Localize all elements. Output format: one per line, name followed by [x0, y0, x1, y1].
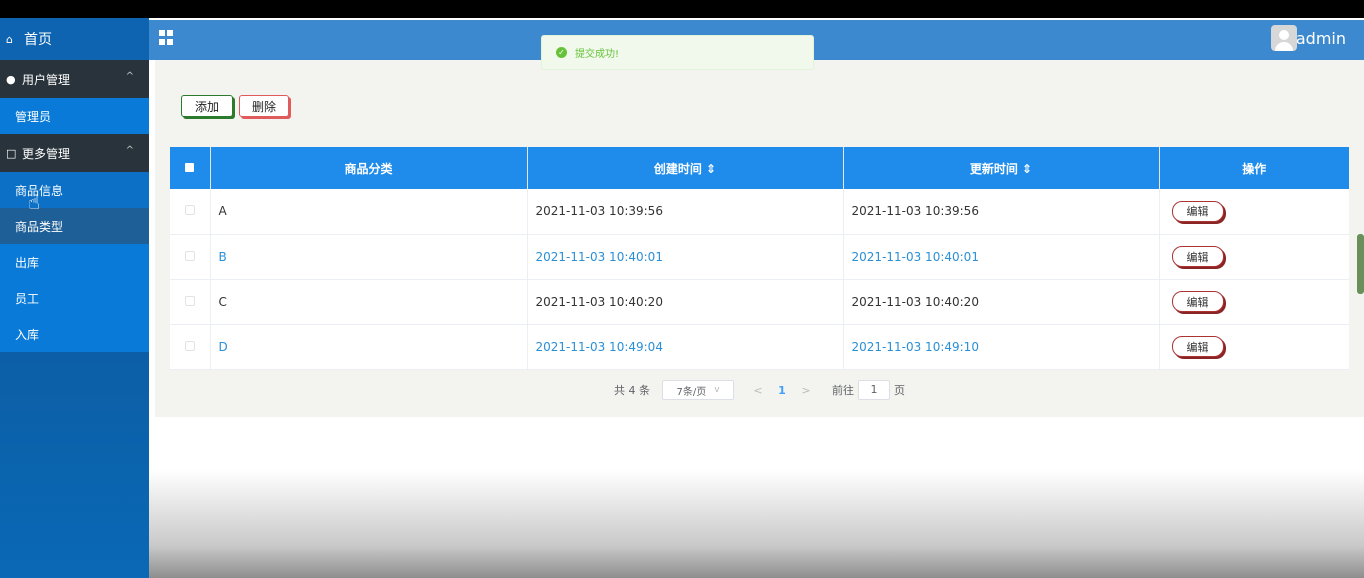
cell-created: 2021-11-03 10:40:20 [527, 279, 844, 325]
table-row: C 2021-11-03 10:40:20 2021-11-03 10:40:2… [170, 279, 1349, 325]
prev-page-button[interactable]: < [746, 384, 770, 397]
browser-top-bar [0, 0, 1364, 18]
goto-page-input[interactable]: 1 [858, 380, 890, 400]
bottom-overlay-gradient [149, 470, 1364, 578]
table-row: A 2021-11-03 10:39:56 2021-11-03 10:39:5… [170, 189, 1349, 235]
sidebar-item-label: 出库 [15, 255, 40, 270]
hand-cursor-icon: ☝ [28, 190, 41, 214]
select-all-checkbox[interactable] [185, 163, 195, 172]
table-row: D 2021-11-03 10:49:04 2021-11-03 10:49:1… [170, 324, 1349, 370]
row-checkbox[interactable] [184, 250, 195, 261]
cell-category: A [210, 189, 528, 235]
column-header-category: 商品分类 [210, 147, 528, 189]
sidebar-item-staff[interactable]: 员工 [0, 280, 149, 316]
row-checkbox[interactable] [184, 205, 195, 216]
cell-category: D [210, 324, 528, 370]
select-all-checkbox-cell[interactable] [170, 147, 211, 189]
cell-category: C [210, 279, 528, 325]
grid-icon[interactable] [159, 30, 175, 46]
avatar[interactable] [1271, 25, 1297, 51]
edit-button[interactable]: 编辑 [1171, 200, 1224, 222]
sidebar-group-label: 用户管理 [22, 72, 71, 87]
scrollbar-thumb[interactable] [1357, 234, 1364, 294]
edit-button[interactable]: 编辑 [1171, 291, 1224, 312]
pagination-total: 共 4 条 [614, 384, 650, 397]
check-circle-icon: ✓ [556, 47, 567, 58]
edit-button[interactable]: 编辑 [1171, 336, 1224, 357]
copy-icon: □ [6, 146, 17, 160]
table-row: B 2021-11-03 10:40:01 2021-11-03 10:40:0… [170, 234, 1349, 280]
cell-category: B [210, 234, 528, 280]
page-size-value: 7条/页 [676, 386, 707, 398]
pagination: 共 4 条 7条/页 v < 1 > 前往 1 页 [155, 380, 1364, 400]
data-table: 商品分类 创建时间 ⇕ 更新时间 ⇕ 操作 A 2021-11-03 10:39… [170, 147, 1349, 370]
cell-updated: 2021-11-03 10:49:10 [843, 324, 1160, 370]
sidebar-item-inbound[interactable]: 入库 [0, 316, 149, 352]
sidebar-item-label: 员工 [15, 291, 40, 306]
sidebar-group-more-management[interactable]: □ 更多管理 ^ [0, 134, 149, 172]
row-checkbox[interactable] [184, 295, 195, 306]
sidebar-item-label: 入库 [15, 327, 40, 342]
sidebar-item-admin[interactable]: 管理员 [0, 98, 149, 134]
username-label[interactable]: admin [1296, 29, 1346, 48]
sidebar-item-product-type[interactable]: 商品类型 [0, 208, 149, 244]
cell-created: 2021-11-03 10:40:01 [527, 234, 844, 280]
user-icon: ● [6, 72, 16, 86]
next-page-button[interactable]: > [794, 384, 818, 397]
cell-updated: 2021-11-03 10:40:01 [843, 234, 1160, 280]
column-header-updated[interactable]: 更新时间 ⇕ [843, 147, 1160, 189]
sidebar-item-product-info[interactable]: 商品信息 [0, 172, 149, 208]
sidebar-item-label: 商品类型 [15, 219, 64, 234]
page-size-select[interactable]: 7条/页 v [662, 380, 734, 400]
goto-suffix: 页 [894, 384, 905, 397]
chevron-up-icon: ^ [125, 71, 134, 82]
goto-prefix: 前往 [832, 384, 854, 397]
sidebar-group-label: 更多管理 [22, 146, 71, 161]
success-toast: ✓ 提交成功! [541, 35, 814, 70]
cell-updated: 2021-11-03 10:39:56 [843, 189, 1160, 235]
row-checkbox[interactable] [184, 340, 195, 351]
add-button[interactable]: 添加 [181, 95, 233, 117]
chevron-up-icon: ^ [125, 145, 134, 156]
sidebar-group-user-management[interactable]: ● 用户管理 ^ [0, 60, 149, 98]
home-icon: ⌂ [6, 32, 13, 46]
page-number-current[interactable]: 1 [770, 384, 794, 397]
edit-button[interactable]: 编辑 [1171, 246, 1224, 267]
sidebar-item-outbound[interactable]: 出库 [0, 244, 149, 280]
sidebar-item-home[interactable]: ⌂ 首页 [0, 18, 149, 60]
cell-updated: 2021-11-03 10:40:20 [843, 279, 1160, 325]
cell-created: 2021-11-03 10:39:56 [527, 189, 844, 235]
chevron-down-icon: v [714, 385, 720, 395]
sidebar-item-label: 首页 [24, 32, 52, 48]
cell-created: 2021-11-03 10:49:04 [527, 324, 844, 370]
column-header-actions: 操作 [1159, 147, 1349, 189]
sidebar: ⌂ 首页 ● 用户管理 ^ 管理员 □ 更多管理 ^ 商品信息 商品类型 出库 … [0, 18, 149, 578]
column-header-created[interactable]: 创建时间 ⇕ [527, 147, 844, 189]
main-content: 添加 删除 商品分类 创建时间 ⇕ 更新时间 ⇕ 操作 A 2021-11-03… [155, 60, 1364, 417]
sidebar-item-label: 管理员 [15, 109, 52, 124]
delete-button[interactable]: 删除 [239, 95, 289, 117]
toast-message: 提交成功! [575, 49, 620, 60]
